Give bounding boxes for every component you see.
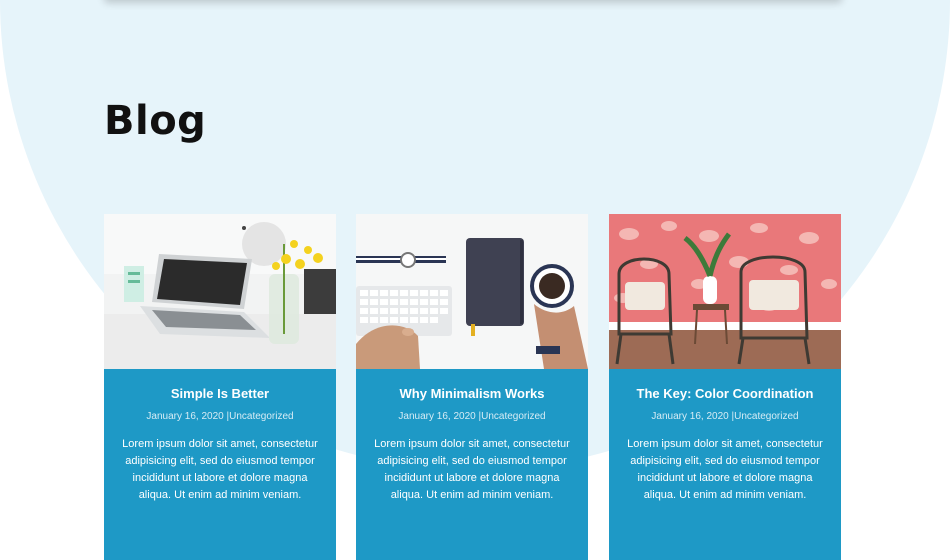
- blog-card[interactable]: Simple Is Better January 16, 2020 |Uncat…: [104, 214, 336, 560]
- post-thumbnail-laptop[interactable]: [104, 214, 336, 369]
- post-excerpt: Lorem ipsum dolor sit amet, consectetur …: [374, 438, 570, 501]
- post-date: January 16, 2020: [651, 411, 729, 422]
- page-title: Blog: [104, 98, 207, 144]
- post-category-link[interactable]: Uncategorized: [229, 411, 293, 422]
- post-excerpt: Lorem ipsum dolor sit amet, consectetur …: [122, 438, 318, 501]
- post-title[interactable]: Simple Is Better: [104, 386, 336, 401]
- post-title[interactable]: Why Minimalism Works: [356, 386, 588, 401]
- post-category-link[interactable]: Uncategorized: [734, 411, 798, 422]
- post-date: January 16, 2020: [398, 411, 476, 422]
- post-meta: January 16, 2020 |Uncategorized: [609, 411, 841, 422]
- blog-card[interactable]: Why Minimalism Works January 16, 2020 |U…: [356, 214, 588, 560]
- post-thumbnail-keyboard-coffee[interactable]: [356, 214, 588, 369]
- post-date: January 16, 2020: [146, 411, 224, 422]
- post-category-link[interactable]: Uncategorized: [481, 411, 545, 422]
- post-meta: January 16, 2020 |Uncategorized: [104, 411, 336, 422]
- post-thumbnail-chairs[interactable]: [609, 214, 841, 369]
- post-meta: January 16, 2020 |Uncategorized: [356, 411, 588, 422]
- post-title[interactable]: The Key: Color Coordination: [609, 386, 841, 401]
- post-excerpt: Lorem ipsum dolor sit amet, consectetur …: [627, 438, 823, 501]
- blog-card[interactable]: The Key: Color Coordination January 16, …: [609, 214, 841, 560]
